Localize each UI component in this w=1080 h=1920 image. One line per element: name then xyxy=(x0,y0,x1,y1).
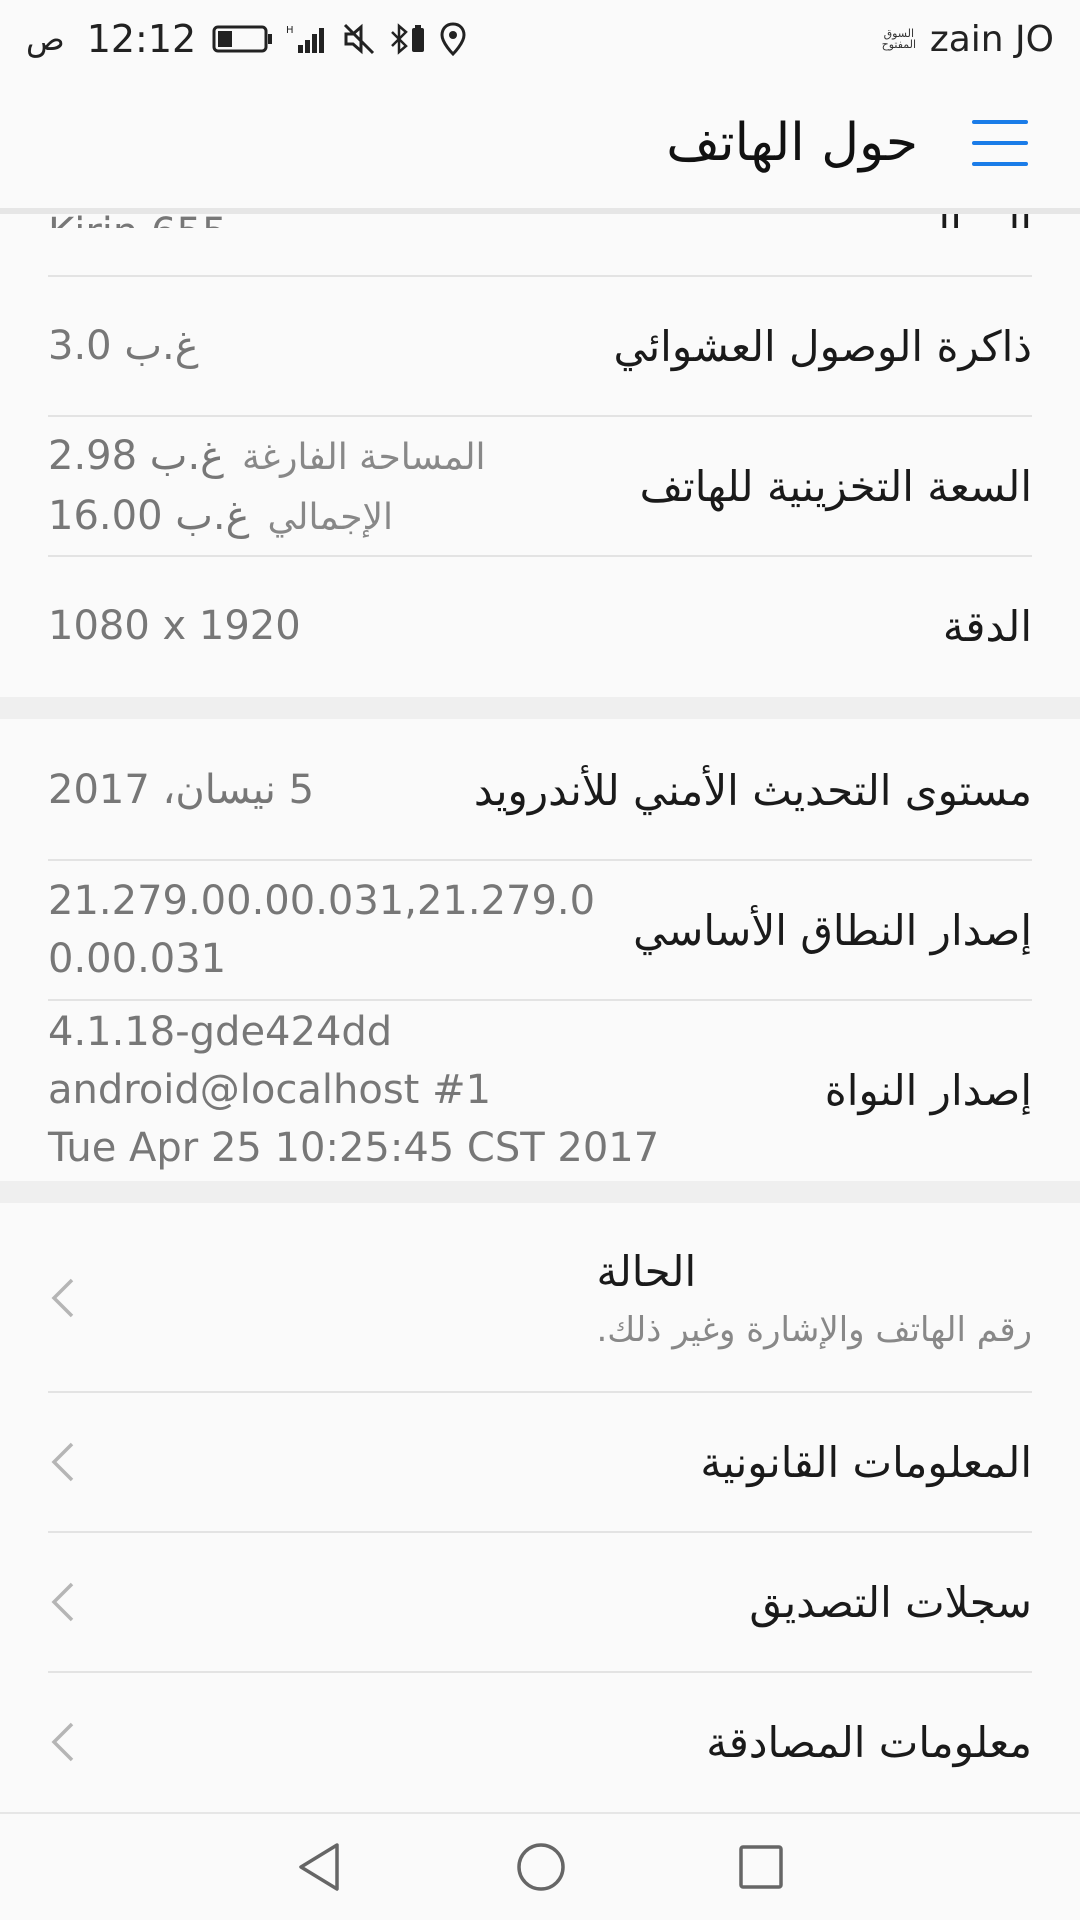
kernel-line1: 4.1.18-gde424dd xyxy=(48,1009,393,1055)
security-patch-label: مستوى التحديث الأمني للأندرويد xyxy=(473,765,1032,815)
carrier-logo: السوق المفتوح xyxy=(878,28,920,50)
info-row-ram: 3.0 غ.ب ذاكرة الوصول العشوائي xyxy=(48,277,1032,415)
carrier-name: zain JO xyxy=(929,18,1054,60)
info-row-baseband: 21.279.00.00.031,21.279.0 0.00.031 إصدار… xyxy=(48,861,1032,999)
authentication-title: معلومات المصادقة xyxy=(706,1717,1032,1767)
status-bar: ص 12:12 H السوق المفتوح zain JO xyxy=(0,0,1080,78)
status-icons: H xyxy=(212,22,466,56)
menu-icon[interactable] xyxy=(972,120,1028,166)
info-row-security-patch: 5 نيسان، 2017 مستوى التحديث الأمني للأند… xyxy=(48,721,1032,859)
legal-info-item[interactable]: المعلومات القانونية xyxy=(48,1393,1032,1531)
kernel-value: 4.1.18-gde424dd android@localhost #1 Tue… xyxy=(48,1003,659,1177)
storage-free-caption: المساحة الفارغة xyxy=(242,437,486,478)
storage-total-value: 16.00 غ.ب xyxy=(48,493,250,539)
storage-values: 2.98 غ.ب المساحة الفارغة 16.00 غ.ب الإجم… xyxy=(48,433,486,539)
status-item[interactable]: الحالة رقم الهاتف والإشارة وغير ذلك. xyxy=(48,1205,1032,1391)
status-time: 12:12 xyxy=(86,17,197,61)
bluetooth-battery-icon xyxy=(391,23,425,55)
storage-free-value: 2.98 غ.ب xyxy=(48,433,225,479)
info-row-storage: 2.98 غ.ب المساحة الفارغة 16.00 غ.ب الإجم… xyxy=(48,417,1032,555)
chevron-left-icon xyxy=(51,1722,74,1762)
carrier-logo-line2: المفتوح xyxy=(881,38,917,51)
storage-total: 16.00 غ.ب الإجمالي xyxy=(48,493,486,539)
baseband-line2: 0.00.031 xyxy=(48,936,227,982)
section-gap xyxy=(0,697,1080,719)
page-title: حول الهاتف xyxy=(666,113,918,173)
status-left: ص 12:12 H xyxy=(26,17,466,61)
certification-texts: سجلات التصديق xyxy=(749,1578,1032,1627)
storage-total-caption: الإجمالي xyxy=(267,497,394,538)
chevron-left-icon xyxy=(51,1442,74,1482)
status-ampm: ص xyxy=(26,20,65,58)
ram-label: ذاكرة الوصول العشوائي xyxy=(613,321,1032,371)
legal-texts: المعلومات القانونية xyxy=(700,1438,1032,1487)
mute-icon xyxy=(344,23,375,55)
back-icon[interactable] xyxy=(295,1841,345,1893)
chevron-left-icon xyxy=(51,1582,74,1622)
screen: ص 12:12 H السوق المفتوح zain JO حول الها… xyxy=(0,0,1080,1920)
app-bar-shadow xyxy=(0,208,1080,214)
certification-title: سجلات التصديق xyxy=(749,1577,1032,1627)
status-texts: الحالة رقم الهاتف والإشارة وغير ذلك. xyxy=(596,1247,1032,1350)
chevron-left-icon xyxy=(51,1278,74,1318)
status-right: السوق المفتوح zain JO xyxy=(878,19,1054,60)
recents-icon[interactable] xyxy=(737,1843,785,1891)
home-icon[interactable] xyxy=(515,1841,567,1893)
storage-label: السعة التخزينية للهاتف xyxy=(639,461,1032,511)
security-patch-value: 5 نيسان، 2017 xyxy=(48,767,315,813)
status-subtitle: رقم الهاتف والإشارة وغير ذلك. xyxy=(596,1309,1032,1350)
info-row-resolution: 1080 x 1920 الدقة xyxy=(48,557,1032,695)
authentication-item[interactable]: معلومات المصادقة xyxy=(48,1673,1032,1811)
kernel-line2: android@localhost #1 xyxy=(48,1067,492,1113)
baseband-label: إصدار النطاق الأساسي xyxy=(633,905,1032,955)
system-nav-bar xyxy=(0,1812,1080,1920)
storage-free: 2.98 غ.ب المساحة الفارغة xyxy=(48,433,486,479)
certification-item[interactable]: سجلات التصديق xyxy=(48,1533,1032,1671)
ram-value: 3.0 غ.ب xyxy=(48,323,199,369)
kernel-line3: Tue Apr 25 10:25:45 CST 2017 xyxy=(48,1125,660,1171)
section-gap xyxy=(0,1181,1080,1203)
legal-title: المعلومات القانونية xyxy=(700,1437,1032,1487)
baseband-value: 21.279.00.00.031,21.279.0 0.00.031 xyxy=(48,872,595,988)
baseband-line1: 21.279.00.00.031,21.279.0 xyxy=(48,878,596,924)
status-title: الحالة xyxy=(596,1246,697,1296)
resolution-value: 1080 x 1920 xyxy=(48,603,301,649)
battery-icon xyxy=(212,25,273,53)
svg-text:H: H xyxy=(286,25,294,36)
resolution-label: الدقة xyxy=(942,601,1032,651)
kernel-label: إصدار النواة xyxy=(824,1065,1032,1115)
authentication-texts: معلومات المصادقة xyxy=(706,1718,1032,1767)
info-row-kernel: 4.1.18-gde424dd android@localhost #1 Tue… xyxy=(48,1001,1032,1179)
signal-icon: H xyxy=(286,25,325,53)
location-icon xyxy=(440,22,466,56)
